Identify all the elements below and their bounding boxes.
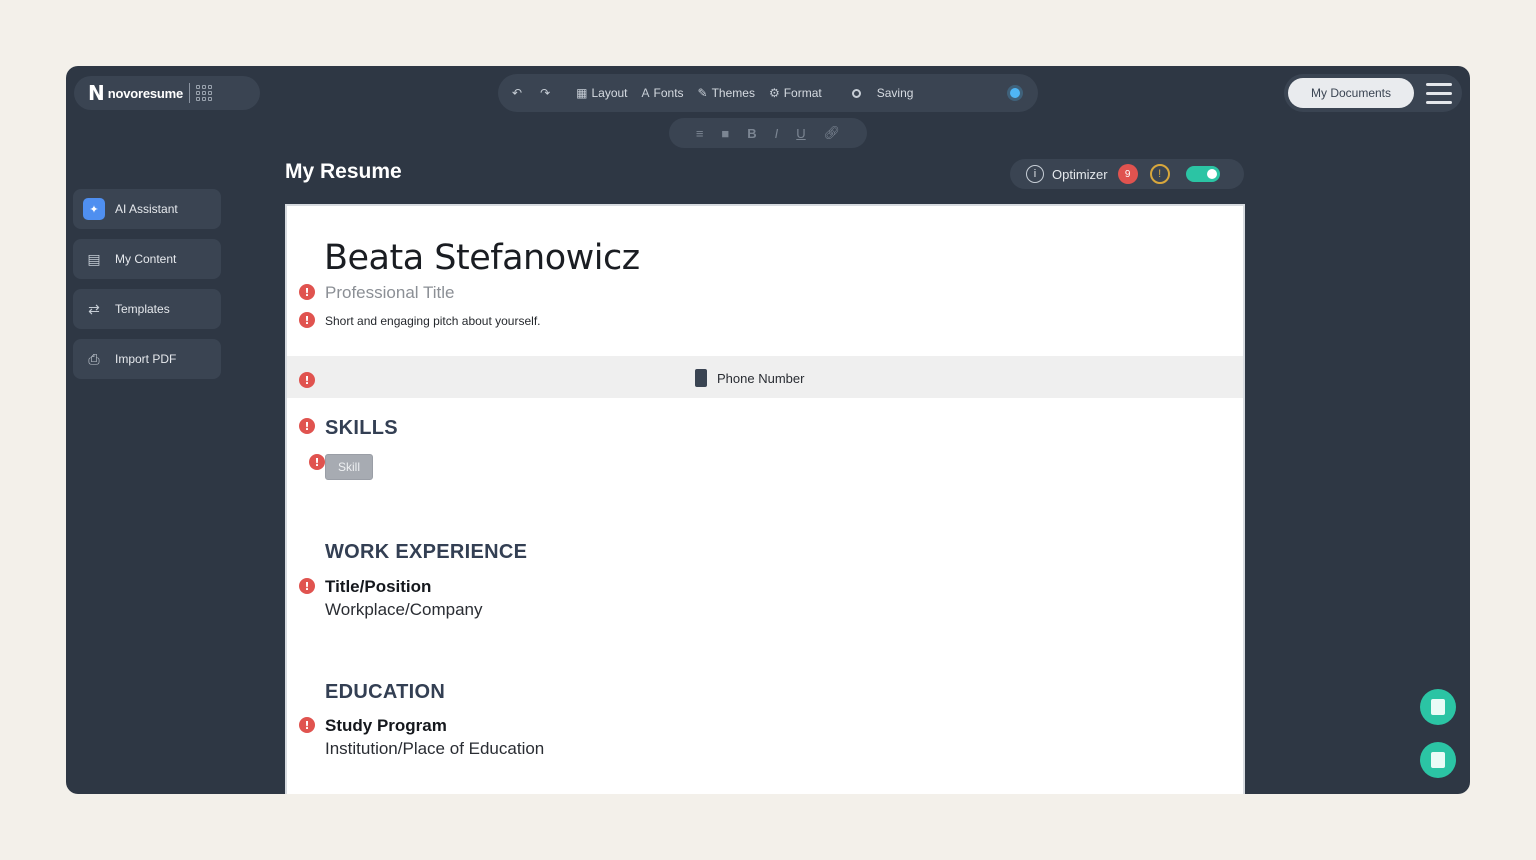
status-dot-icon[interactable] <box>1010 88 1020 98</box>
error-icon[interactable]: ! <box>299 372 315 388</box>
professional-title-field[interactable]: Professional Title <box>325 283 454 303</box>
sidebar-item-my-content[interactable]: ▤ My Content <box>73 239 221 279</box>
redo-button[interactable]: ↷ <box>540 86 554 100</box>
error-icon[interactable]: ! <box>299 717 315 733</box>
templates-icon: ⇄ <box>88 300 100 317</box>
sidebar-item-templates[interactable]: ⇄ Templates <box>73 289 221 329</box>
align-justify-icon[interactable]: ■ <box>721 126 729 141</box>
sidebar-item-ai-assistant[interactable]: ✦ AI Assistant <box>73 189 221 229</box>
institution-field[interactable]: Institution/Place of Education <box>325 739 544 759</box>
error-icon[interactable]: ! <box>299 312 315 328</box>
header-right: My Documents <box>1284 74 1462 112</box>
phone-icon <box>695 369 707 387</box>
document-icon <box>1431 699 1445 715</box>
page-title: My Resume <box>285 160 402 183</box>
resume-name[interactable]: Beata Stefanowicz <box>324 238 640 278</box>
layout-label: Layout <box>591 86 628 100</box>
error-icon[interactable]: ! <box>299 418 315 434</box>
sidebar-item-label: Templates <box>115 302 170 316</box>
menu-icon[interactable] <box>1426 82 1452 104</box>
work-company-field[interactable]: Workplace/Company <box>325 600 482 620</box>
themes-button[interactable]: ✎ Themes <box>698 86 755 100</box>
apps-grid-icon[interactable] <box>196 85 213 101</box>
chat-icon <box>1431 752 1445 768</box>
error-icon[interactable]: ! <box>309 454 325 470</box>
import-pdf-icon: ⎙ <box>88 350 100 367</box>
error-count-badge[interactable]: 9 <box>1117 164 1138 184</box>
editor-toolbar: ↶ ↷ ▦ Layout A Fonts ✎ Themes ⚙ Format Savin… <box>498 74 1038 112</box>
underline-button[interactable]: U <box>796 126 805 141</box>
format-button[interactable]: ⚙ Format <box>769 86 822 100</box>
fonts-button[interactable]: A Fonts <box>642 86 684 100</box>
ai-icon: ✦ <box>83 198 105 220</box>
optimizer-toggle[interactable] <box>1185 166 1220 182</box>
content-icon: ▤ <box>87 250 101 267</box>
skills-heading[interactable]: SKILLS <box>325 417 398 440</box>
sidebar-item-import-pdf[interactable]: ⎙ Import PDF <box>73 339 221 379</box>
redo-icon: ↷ <box>540 86 551 100</box>
work-title-field[interactable]: Title/Position <box>325 577 431 597</box>
logo-mark: N <box>88 81 105 105</box>
info-icon[interactable]: i <box>1026 165 1044 183</box>
italic-button[interactable]: I <box>775 126 779 141</box>
skill-chip[interactable]: Skill <box>325 454 373 480</box>
align-left-icon[interactable]: ≡ <box>696 126 704 141</box>
format-label: Format <box>783 86 822 100</box>
gear-icon: ⚙ <box>768 86 780 100</box>
text-format-bar: ≡ ■ B I U 🔗︎ <box>669 118 867 148</box>
error-icon[interactable]: ! <box>299 578 315 594</box>
fonts-icon: A <box>641 86 650 100</box>
saving-spinner-icon <box>851 88 861 98</box>
resume-page: Beata Stefanowicz ! Professional Title !… <box>285 204 1245 794</box>
optimizer-label: Optimizer <box>1052 166 1108 182</box>
fonts-label: Fonts <box>653 86 684 100</box>
logo-divider <box>189 83 191 103</box>
document-fab-button[interactable] <box>1420 689 1456 725</box>
sidebar-item-label: My Content <box>115 252 177 266</box>
error-icon[interactable]: ! <box>299 284 315 300</box>
undo-icon: ↶ <box>512 86 523 100</box>
study-program-field[interactable]: Study Program <box>325 716 447 736</box>
contact-bar: ! Phone Number <box>287 356 1243 398</box>
themes-label: Themes <box>711 86 755 100</box>
layout-icon: ▦ <box>576 86 588 100</box>
sidebar-item-label: AI Assistant <box>115 202 178 216</box>
undo-button[interactable]: ↶ <box>512 86 526 100</box>
pitch-field[interactable]: Short and engaging pitch about yourself. <box>325 314 540 328</box>
link-icon[interactable]: 🔗︎ <box>824 125 841 141</box>
my-documents-button[interactable]: My Documents <box>1288 78 1414 108</box>
phone-field[interactable]: Phone Number <box>695 369 804 387</box>
education-heading[interactable]: EDUCATION <box>325 681 445 704</box>
logo-bar[interactable]: N novoresume <box>74 76 260 110</box>
work-experience-heading[interactable]: WORK EXPERIENCE <box>325 541 527 564</box>
logo-text: novoresume <box>107 85 184 101</box>
sidebar-item-label: Import PDF <box>115 352 177 366</box>
layout-button[interactable]: ▦ Layout <box>576 86 627 100</box>
bold-button[interactable]: B <box>747 126 756 141</box>
phone-label: Phone Number <box>717 370 805 386</box>
optimizer-bar[interactable]: i Optimizer 9 ! <box>1010 159 1244 189</box>
warning-badge[interactable]: ! <box>1149 164 1170 184</box>
chat-fab-button[interactable] <box>1420 742 1456 778</box>
saving-status: Saving <box>876 86 914 100</box>
app-window: N novoresume ↶ ↷ ▦ Layout A Fonts ✎ Themes … <box>66 66 1470 794</box>
brush-icon: ✎ <box>697 86 708 100</box>
